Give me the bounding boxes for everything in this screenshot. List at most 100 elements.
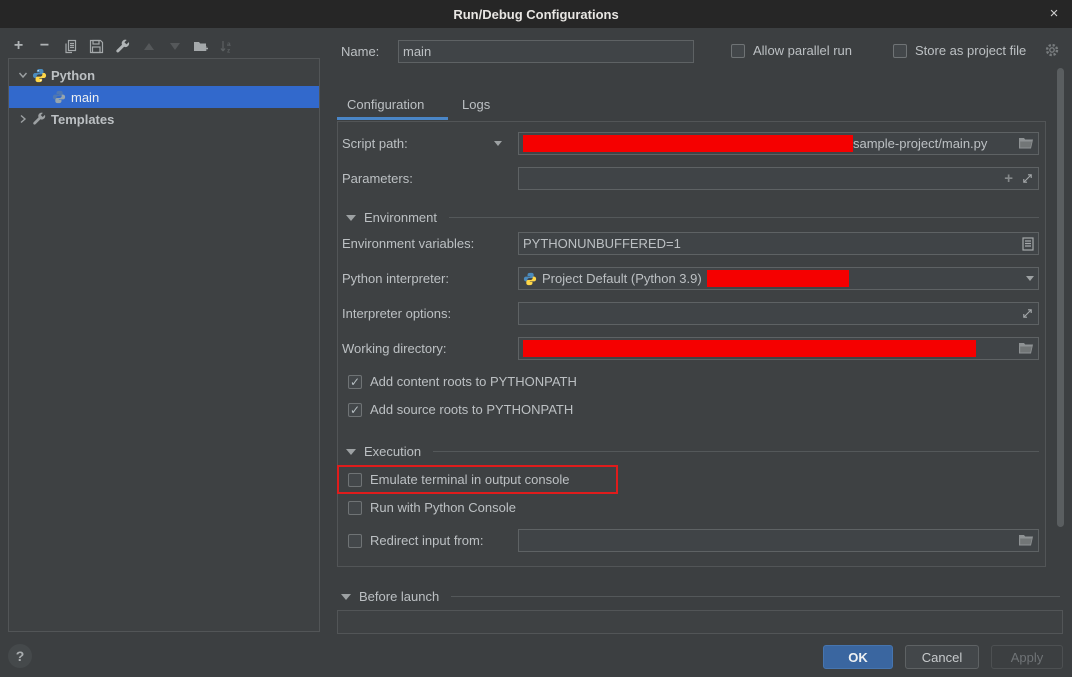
tree-item-templates[interactable]: Templates (9, 108, 319, 130)
configurations-tree: Python main Templates (8, 58, 320, 632)
add-configuration-button[interactable]: + (10, 38, 27, 55)
before-launch-list[interactable] (337, 610, 1063, 634)
python-interpreter-select[interactable]: Project Default (Python 3.9) (518, 267, 1039, 290)
folder-open-icon[interactable] (1018, 342, 1034, 355)
move-up-button[interactable] (140, 38, 157, 55)
wrench-icon (115, 39, 130, 54)
dialog-titlebar: Run/Debug Configurations × (0, 0, 1072, 28)
name-input[interactable] (398, 40, 694, 63)
arrow-up-icon (144, 43, 154, 50)
checkbox-icon[interactable] (348, 534, 362, 548)
gear-icon[interactable] (1044, 42, 1060, 61)
environment-variables-label: Environment variables: (342, 236, 518, 251)
store-as-project-file-checkbox[interactable]: Store as project file (893, 43, 1026, 58)
save-configuration-button[interactable] (88, 38, 105, 55)
checkbox-checked-icon[interactable] (348, 375, 362, 389)
tree-item-python[interactable]: Python (9, 64, 319, 86)
chevron-right-icon[interactable] (15, 114, 31, 124)
working-directory-row: Working directory: (342, 337, 1039, 360)
checkbox-icon[interactable] (348, 501, 362, 515)
environment-section-label: Environment (364, 210, 437, 225)
collapse-triangle-icon[interactable] (341, 594, 351, 600)
dropdown-arrow-icon[interactable] (1026, 276, 1034, 281)
run-with-python-console-checkbox[interactable]: Run with Python Console (348, 500, 1039, 515)
environment-section-header[interactable]: Environment (342, 210, 1039, 225)
redaction-block (707, 270, 849, 287)
collapse-triangle-icon[interactable] (346, 449, 356, 455)
add-source-roots-checkbox[interactable]: Add source roots to PYTHONPATH (348, 402, 1039, 417)
emulate-terminal-checkbox[interactable]: Emulate terminal in output console (348, 472, 569, 487)
emulate-terminal-label: Emulate terminal in output console (370, 472, 569, 487)
cancel-button[interactable]: Cancel (905, 645, 979, 669)
checkbox-icon[interactable] (348, 473, 362, 487)
redirect-input-field[interactable] (518, 529, 1039, 552)
parameters-label: Parameters: (342, 171, 518, 186)
expand-icon[interactable] (1021, 172, 1034, 185)
apply-button[interactable]: Apply (991, 645, 1063, 669)
working-directory-input[interactable] (518, 337, 1039, 360)
checkbox-icon[interactable] (893, 44, 907, 58)
add-content-roots-checkbox[interactable]: Add content roots to PYTHONPATH (348, 374, 1039, 389)
script-path-value: sample-project/main.py (853, 136, 987, 151)
expand-icon[interactable] (1021, 307, 1034, 320)
tree-item-label: Templates (51, 112, 114, 127)
environment-variables-row: Environment variables: PYTHONUNBUFFERED=… (342, 232, 1039, 255)
python-icon (31, 67, 47, 83)
working-directory-label: Working directory: (342, 341, 518, 356)
browse-variables-icon[interactable] (1022, 237, 1034, 251)
before-launch-section-header[interactable]: Before launch (341, 589, 1060, 604)
python-icon (523, 272, 537, 286)
allow-parallel-run-checkbox[interactable]: Allow parallel run (731, 43, 852, 58)
redaction-block (523, 340, 976, 357)
tree-item-label: Python (51, 68, 95, 83)
script-path-input[interactable]: sample-project/main.py (518, 132, 1039, 155)
parameters-input[interactable]: + (518, 167, 1039, 190)
interpreter-options-input[interactable] (518, 302, 1039, 325)
emulate-terminal-highlight: Emulate terminal in output console (337, 465, 618, 494)
remove-configuration-button[interactable]: − (36, 38, 53, 55)
tab-configuration[interactable]: Configuration (347, 97, 424, 112)
copy-configuration-button[interactable] (62, 38, 79, 55)
move-down-button[interactable] (166, 38, 183, 55)
close-icon[interactable]: × (1045, 5, 1063, 23)
question-icon: ? (16, 648, 25, 664)
store-as-project-file-label: Store as project file (915, 43, 1026, 58)
sort-configurations-button[interactable]: a z (218, 38, 235, 55)
execution-section-label: Execution (364, 444, 421, 459)
collapse-triangle-icon[interactable] (346, 215, 356, 221)
redaction-block (523, 135, 853, 152)
checkbox-icon[interactable] (731, 44, 745, 58)
tree-item-main[interactable]: main (9, 86, 319, 108)
sort-alpha-icon: a z (219, 39, 234, 54)
python-interpreter-value: Project Default (Python 3.9) (542, 271, 702, 286)
run-with-python-console-label: Run with Python Console (370, 500, 516, 515)
checkbox-checked-icon[interactable] (348, 403, 362, 417)
folder-open-icon[interactable] (1018, 534, 1034, 547)
python-interpreter-row: Python interpreter: Project Default (Pyt… (342, 267, 1039, 290)
parameters-row: Parameters: + (342, 167, 1039, 190)
plus-icon: + (14, 38, 23, 54)
arrow-down-icon (170, 43, 180, 50)
new-folder-button[interactable] (192, 38, 209, 55)
configurations-toolbar: + − a z (10, 34, 235, 58)
chevron-down-icon[interactable] (494, 141, 502, 146)
ok-button[interactable]: OK (823, 645, 893, 669)
minus-icon: − (40, 38, 49, 54)
vertical-scrollbar[interactable] (1057, 68, 1064, 527)
folder-open-icon[interactable] (1018, 137, 1034, 150)
execution-section-header[interactable]: Execution (342, 444, 1039, 459)
wrench-icon (31, 111, 47, 127)
chevron-down-icon[interactable] (15, 71, 31, 79)
tab-logs[interactable]: Logs (462, 97, 490, 112)
before-launch-label: Before launch (359, 589, 439, 604)
edit-templates-button[interactable] (114, 38, 131, 55)
python-icon (51, 89, 67, 105)
add-macro-icon[interactable]: + (1004, 170, 1013, 187)
environment-variables-input[interactable]: PYTHONUNBUFFERED=1 (518, 232, 1039, 255)
svg-text:z: z (227, 47, 231, 54)
add-content-roots-label: Add content roots to PYTHONPATH (370, 374, 577, 389)
interpreter-options-label: Interpreter options: (342, 306, 518, 321)
redirect-input-checkbox[interactable]: Redirect input from: (342, 533, 518, 548)
help-button[interactable]: ? (8, 644, 32, 668)
script-path-row: Script path: sample-project/main.py (342, 132, 1039, 155)
